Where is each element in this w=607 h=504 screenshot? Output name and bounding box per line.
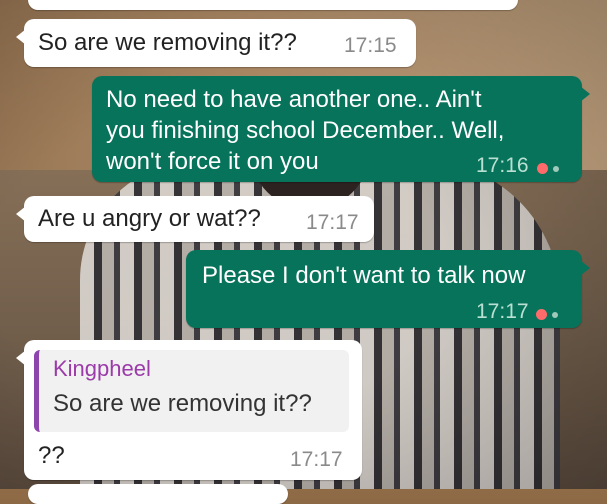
message-time: 17:17 bbox=[290, 448, 343, 471]
message-bubble-incoming[interactable]: Are u angry or wat?? 17:17 bbox=[16, 196, 374, 242]
message-text: Please I don't want to talk now bbox=[202, 262, 526, 289]
message-time: 17:15 bbox=[344, 34, 397, 57]
message-text: So are we removing it?? bbox=[38, 29, 297, 56]
message-time: 17:17 bbox=[306, 211, 359, 234]
quoted-author: Kingpheel bbox=[53, 356, 151, 381]
message-bubble-outgoing[interactable]: Please I don't want to talk now 17:17 bbox=[186, 250, 590, 328]
message-time: 17:17 bbox=[476, 300, 529, 323]
message-line: you finishing school December.. Well, bbox=[106, 117, 505, 144]
message-time: 17:16 bbox=[476, 154, 529, 177]
message-line: No need to have another one.. Ain't bbox=[106, 86, 482, 113]
message-text: ?? bbox=[38, 442, 65, 469]
message-bubble-cutoff-bottom[interactable] bbox=[28, 484, 288, 504]
quoted-text: So are we removing it?? bbox=[53, 390, 312, 417]
message-line: won't force it on you bbox=[106, 148, 319, 175]
message-bubble-outgoing[interactable]: No need to have another one.. Ain't you … bbox=[92, 76, 590, 182]
message-bubble-incoming-reply[interactable]: Kingpheel So are we removing it?? ?? 17:… bbox=[16, 340, 362, 480]
quoted-message[interactable]: Kingpheel So are we removing it?? bbox=[34, 350, 349, 432]
status-pending-icon bbox=[537, 160, 559, 178]
message-bubble-cutoff-top[interactable] bbox=[28, 0, 518, 10]
message-text-block: No need to have another one.. Ain't you … bbox=[106, 84, 504, 177]
message-text: Are u angry or wat?? bbox=[38, 205, 261, 232]
status-pending-icon bbox=[536, 306, 558, 324]
message-bubble-incoming[interactable]: So are we removing it?? 17:15 bbox=[16, 19, 416, 67]
